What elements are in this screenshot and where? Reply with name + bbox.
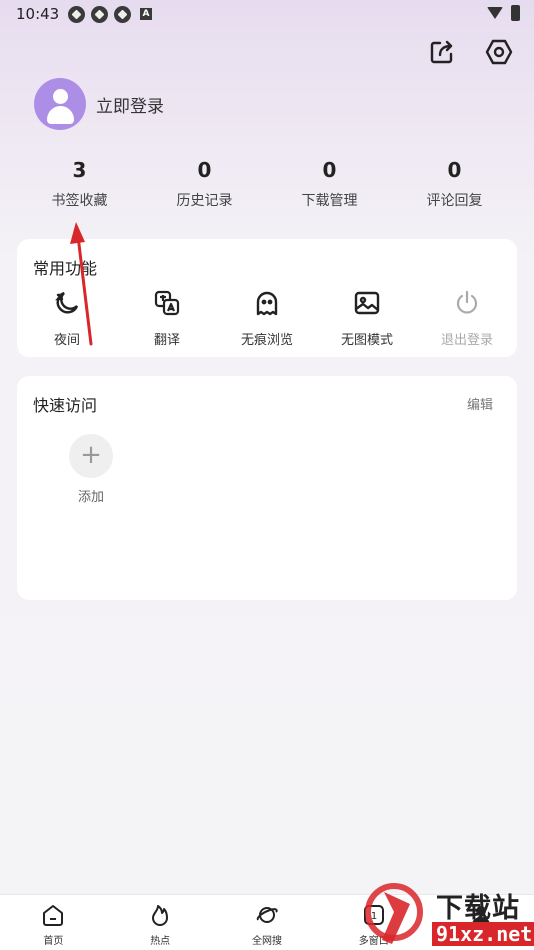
ghost-icon: [256, 291, 278, 316]
quick-access-title: 快速访问: [33, 396, 98, 415]
stat-count: 0: [322, 158, 337, 182]
function-label: 无痕浏览: [240, 333, 293, 348]
stat-comments[interactable]: 0 评论回复: [392, 156, 517, 210]
logout-button[interactable]: 退出登录: [417, 289, 517, 348]
stat-label: 历史记录: [176, 193, 233, 209]
stat-count: 0: [447, 158, 462, 182]
watermark-url: 91xz.net: [432, 922, 534, 946]
no-image-mode-button[interactable]: 无图模式: [317, 289, 417, 348]
app-notification-icon: [114, 6, 131, 23]
incognito-button[interactable]: 无痕浏览: [217, 289, 317, 348]
planet-icon: [256, 907, 278, 923]
stat-count: 3: [72, 158, 87, 182]
stat-bookmarks[interactable]: 3 书签收藏: [17, 156, 142, 210]
plus-icon[interactable]: +: [69, 434, 113, 478]
translate-button[interactable]: 翻译: [117, 289, 217, 348]
flame-icon: [152, 905, 169, 926]
stat-label: 评论回复: [426, 193, 483, 209]
settings-icon[interactable]: [485, 38, 513, 66]
quick-access-card: 快速访问 编辑 + 添加: [17, 376, 517, 600]
function-label: 翻译: [153, 333, 180, 348]
power-icon: [456, 290, 478, 314]
stats-row: 3 书签收藏 0 历史记录 0 下载管理 0 评论回复: [17, 156, 517, 210]
night-mode-button[interactable]: 夜间: [17, 289, 117, 348]
status-bar: 10:43 A: [0, 0, 534, 28]
stat-label: 下载管理: [301, 193, 358, 209]
home-icon: [43, 905, 64, 926]
translate-icon: [154, 290, 180, 316]
add-shortcut-button[interactable]: + 添加: [69, 434, 113, 505]
login-label[interactable]: 立即登录: [96, 92, 164, 117]
edit-button[interactable]: 编辑: [467, 394, 493, 413]
battery-icon: [511, 5, 520, 21]
function-label: 夜间: [53, 333, 80, 348]
nav-home[interactable]: 首页: [0, 895, 107, 950]
nav-search-all[interactable]: 全网搜: [214, 895, 321, 950]
wifi-icon: [487, 7, 503, 19]
app-notification-icon: [68, 6, 85, 23]
login-area[interactable]: 立即登录: [34, 78, 164, 130]
nav-label: 首页: [43, 936, 64, 947]
notification-icons: A: [68, 6, 152, 23]
share-icon[interactable]: [428, 38, 456, 66]
app-notification-icon: [91, 6, 108, 23]
watermark-text: 下载站: [436, 893, 520, 924]
watermark-logo-icon: [365, 883, 423, 944]
nav-label: 全网搜: [251, 936, 282, 947]
watermark: 下载站 91xz.net: [360, 880, 534, 950]
stat-count: 0: [197, 158, 212, 182]
annotation-arrow-icon: [70, 222, 93, 346]
nav-hot[interactable]: 热点: [107, 895, 214, 950]
a-notification-icon: A: [140, 8, 152, 20]
stat-label: 书签收藏: [51, 193, 108, 209]
avatar[interactable]: [34, 78, 86, 130]
stat-downloads[interactable]: 0 下载管理: [267, 156, 392, 210]
status-time: 10:43: [16, 5, 60, 23]
nav-label: 热点: [150, 936, 171, 947]
add-label: 添加: [77, 490, 104, 505]
function-label: 退出登录: [440, 333, 493, 348]
image-icon: [354, 291, 380, 315]
system-status-icons: [487, 5, 520, 21]
function-label: 无图模式: [340, 333, 393, 348]
stat-history[interactable]: 0 历史记录: [142, 156, 267, 210]
